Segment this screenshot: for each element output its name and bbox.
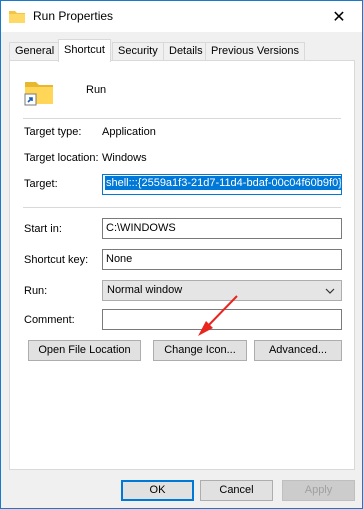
ok-button[interactable]: OK [121, 480, 194, 501]
tab-previous-versions[interactable]: Previous Versions [205, 42, 306, 61]
tab-security[interactable]: Security [112, 42, 164, 61]
start-in-field[interactable]: C:\WINDOWS [102, 218, 342, 239]
properties-window: Run Properties ✕ General Shortcut Securi… [0, 0, 363, 509]
comment-field[interactable] [102, 309, 342, 330]
comment-label: Comment: [24, 314, 75, 326]
folder-icon [9, 11, 25, 23]
divider [23, 118, 341, 119]
shortcut-panel: Run Target type: Application Target loca… [9, 60, 355, 470]
shortcut-key-field[interactable]: None [102, 249, 342, 270]
target-field[interactable]: shell:::{2559a1f3-21d7-11d4-bdaf-00c04f6… [102, 174, 342, 195]
shortcut-name: Run [86, 84, 107, 96]
tab-details[interactable]: Details [163, 42, 209, 61]
window-title: Run Properties [33, 9, 114, 23]
run-label: Run: [24, 285, 48, 297]
open-file-location-button[interactable]: Open File Location [28, 340, 141, 361]
advanced-button[interactable]: Advanced... [254, 340, 342, 361]
tab-general[interactable]: General [9, 42, 61, 61]
run-shortcut-icon [24, 82, 53, 106]
shortcut-key-label: Shortcut key: [24, 254, 89, 266]
apply-button[interactable]: Apply [282, 480, 355, 501]
change-icon-button[interactable]: Change Icon... [153, 340, 247, 361]
target-location-value: Windows [102, 152, 147, 164]
chevron-down-icon [325, 288, 335, 294]
target-type-label: Target type: [24, 126, 82, 138]
close-button[interactable]: ✕ [316, 1, 362, 32]
tab-strip: General Shortcut Security Details Previo… [9, 39, 355, 62]
cancel-button[interactable]: Cancel [200, 480, 273, 501]
start-in-label: Start in: [24, 223, 62, 235]
target-label: Target: [24, 178, 58, 190]
target-field-value: shell:::{2559a1f3-21d7-11d4-bdaf-00c04f6… [105, 176, 342, 190]
divider [23, 207, 341, 208]
close-icon: ✕ [332, 8, 346, 26]
target-type-value: Application [102, 126, 156, 138]
target-location-label: Target location: [24, 152, 99, 164]
title-bar: Run Properties ✕ [1, 1, 362, 32]
run-select[interactable]: Normal window [102, 280, 342, 301]
run-select-value: Normal window [107, 284, 183, 296]
tab-shortcut[interactable]: Shortcut [58, 39, 111, 62]
